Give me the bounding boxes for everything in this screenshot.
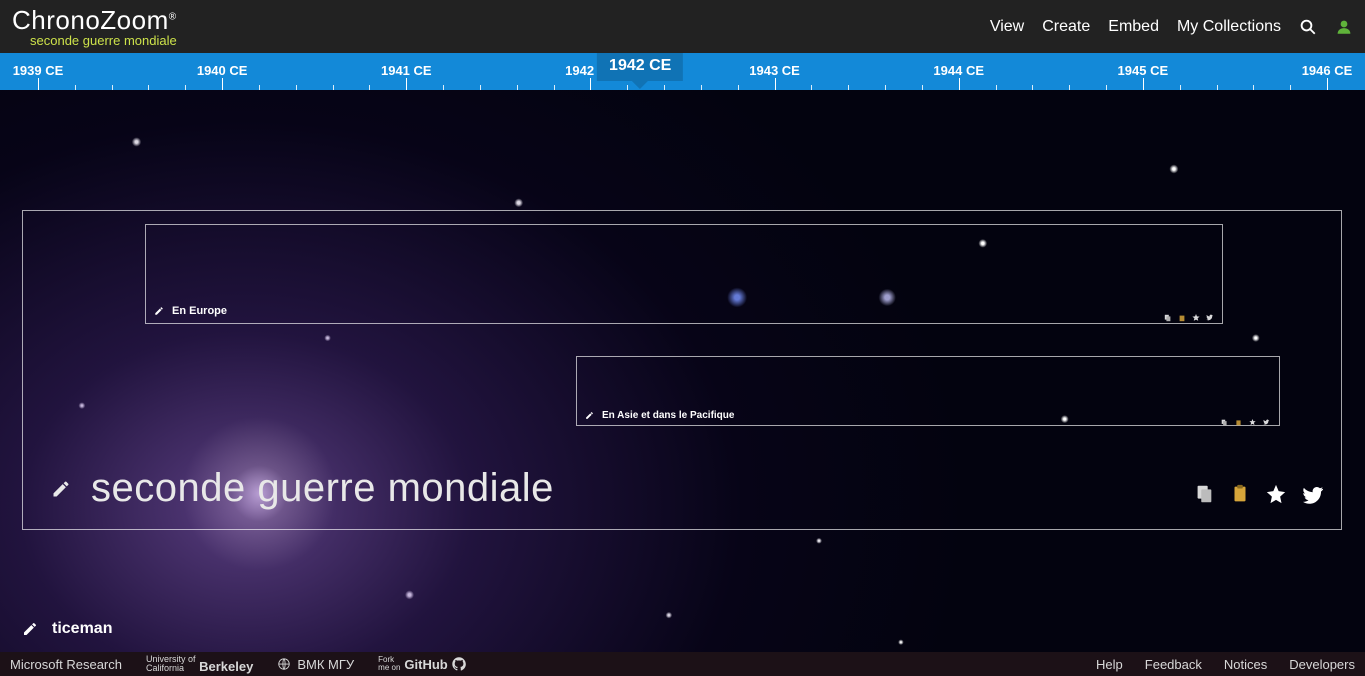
ruler-tick-minor	[811, 85, 812, 90]
ruler-tick-minor	[848, 85, 849, 90]
footer-berkeley[interactable]: University ofCalifornia Berkeley	[146, 655, 253, 674]
footer-ms-research[interactable]: Microsoft Research	[10, 657, 122, 672]
author-name: ticeman	[52, 620, 112, 638]
ruler-tick-minor	[922, 85, 923, 90]
app-header: ChronoZoom® seconde guerre mondiale View…	[0, 0, 1365, 53]
ruler-current-marker[interactable]: 1942 CE	[597, 51, 683, 81]
timeline-ruler[interactable]: 1939 CE 1940 CE 1941 CE 1942 CE 1943 CE 1944 …	[0, 53, 1365, 90]
logo-block[interactable]: ChronoZoom® seconde guerre mondiale	[12, 5, 177, 48]
timeline-asia-pacific[interactable]: En Asie et dans le Pacifique	[576, 356, 1280, 426]
paste-icon[interactable]	[1178, 309, 1186, 317]
ruler-tick-minor	[738, 85, 739, 90]
ruler-tick-major	[1143, 78, 1144, 90]
star-icon[interactable]	[1192, 309, 1200, 317]
ruler-tick-minor	[1290, 85, 1291, 90]
ruler-tick-minor	[443, 85, 444, 90]
ruler-tick-minor	[1217, 85, 1218, 90]
ruler-year-label: 1943 CE	[749, 63, 800, 78]
ruler-tick-minor	[296, 85, 297, 90]
github-icon	[452, 657, 466, 671]
ruler-tick-minor	[517, 85, 518, 90]
ruler-tick-minor	[333, 85, 334, 90]
ruler-tick-minor	[1180, 85, 1181, 90]
ruler-year-label: 1939 CE	[13, 63, 64, 78]
author-row[interactable]: ticeman	[22, 620, 112, 638]
copy-icon[interactable]	[1164, 309, 1172, 317]
ruler-tick-minor	[627, 85, 628, 90]
footer-github[interactable]: Forkme on GitHub	[378, 656, 466, 672]
copy-icon[interactable]	[1221, 413, 1229, 421]
footer-help[interactable]: Help	[1096, 657, 1123, 672]
logo-text: ChronoZoom®	[12, 5, 177, 36]
nav-embed[interactable]: Embed	[1108, 18, 1159, 36]
ruler-tick-minor	[185, 85, 186, 90]
ruler-tick-major	[38, 78, 39, 90]
ruler-year-label: 1940 CE	[197, 63, 248, 78]
ruler-tick-major	[775, 78, 776, 90]
ruler-tick-minor	[148, 85, 149, 90]
timeline-main-title: seconde guerre mondiale	[91, 466, 554, 511]
paste-icon[interactable]	[1229, 483, 1251, 505]
footer-bmk[interactable]: ВМК МГУ	[277, 657, 354, 672]
footer-notices[interactable]: Notices	[1224, 657, 1267, 672]
ruler-tick-minor	[885, 85, 886, 90]
timeline-canvas[interactable]: seconde guerre mondiale En Europe	[0, 90, 1365, 652]
twitter-icon[interactable]	[1301, 483, 1323, 505]
nav-my-collections[interactable]: My Collections	[1177, 18, 1281, 36]
edit-icon[interactable]	[585, 411, 594, 420]
ruler-tick-minor	[259, 85, 260, 90]
ruler-tick-minor	[112, 85, 113, 90]
ruler-year-label: 1941 CE	[381, 63, 432, 78]
ruler-tick-minor	[1253, 85, 1254, 90]
copy-icon[interactable]	[1193, 483, 1215, 505]
ruler-year-label: 1945 CE	[1118, 63, 1169, 78]
ruler-tick-minor	[369, 85, 370, 90]
collection-subtitle[interactable]: seconde guerre mondiale	[30, 33, 177, 48]
ruler-tick-minor	[701, 85, 702, 90]
nav-create[interactable]: Create	[1042, 18, 1090, 36]
ruler-tick-major	[222, 78, 223, 90]
twitter-icon[interactable]	[1263, 413, 1271, 421]
star-icon[interactable]	[1265, 483, 1287, 505]
ruler-tick-major	[406, 78, 407, 90]
edit-icon[interactable]	[22, 621, 38, 637]
ruler-tick-minor	[1106, 85, 1107, 90]
edit-icon[interactable]	[51, 479, 71, 499]
ruler-tick-major	[590, 78, 591, 90]
timeline-europe-title: En Europe	[172, 305, 227, 317]
ruler-year-label: 1944 CE	[933, 63, 984, 78]
ruler-tick-major	[1327, 78, 1328, 90]
twitter-icon[interactable]	[1206, 309, 1214, 317]
ruler-tick-minor	[664, 85, 665, 90]
star-icon[interactable]	[1249, 413, 1257, 421]
nav-view[interactable]: View	[990, 18, 1024, 36]
ruler-tick-minor	[996, 85, 997, 90]
search-icon[interactable]	[1299, 18, 1317, 36]
user-icon[interactable]	[1335, 18, 1353, 36]
paste-icon[interactable]	[1235, 413, 1243, 421]
ruler-tick-minor	[1032, 85, 1033, 90]
main-nav: View Create Embed My Collections	[990, 18, 1353, 36]
ruler-year-label: 1946 CE	[1302, 63, 1353, 78]
timeline-asia-title: En Asie et dans le Pacifique	[602, 410, 734, 421]
ruler-tick-minor	[554, 85, 555, 90]
ruler-tick-major	[959, 78, 960, 90]
footer: Microsoft Research University ofCaliforn…	[0, 652, 1365, 676]
ruler-tick-minor	[1069, 85, 1070, 90]
footer-feedback[interactable]: Feedback	[1145, 657, 1202, 672]
edit-icon[interactable]	[154, 306, 164, 316]
ruler-tick-minor	[75, 85, 76, 90]
timeline-europe[interactable]: En Europe	[145, 224, 1223, 324]
footer-developers[interactable]: Developers	[1289, 657, 1355, 672]
ruler-tick-minor	[480, 85, 481, 90]
